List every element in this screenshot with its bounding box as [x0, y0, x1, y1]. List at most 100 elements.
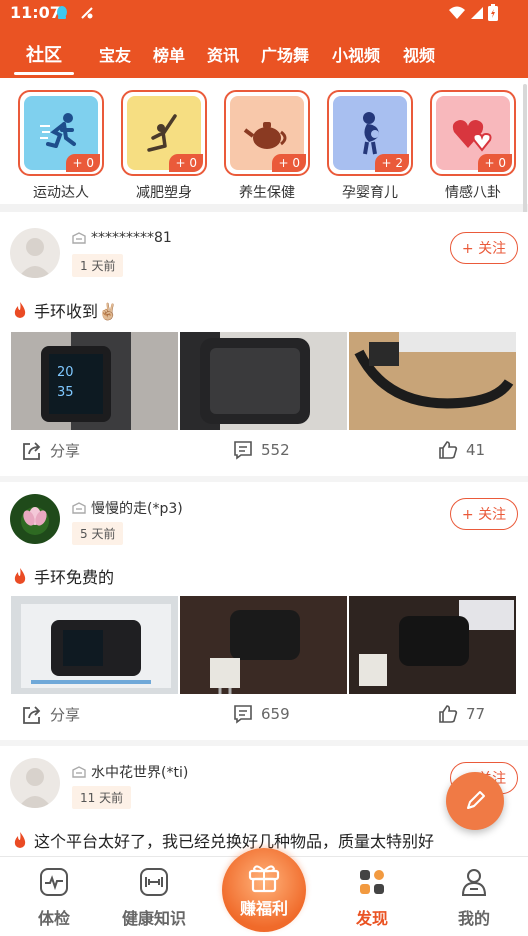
category-emotions[interactable]: + 0 情感八卦 — [430, 90, 516, 201]
app-root: 11:07 社区 宝友 榜单 资讯 广场舞 小视频 视频 + 0 运动达人 + … — [0, 0, 528, 936]
post-actions: 分享 659 77 — [0, 704, 528, 734]
username[interactable]: 慢慢的走(*p3) — [91, 498, 183, 518]
tab-square-dance[interactable]: 广场舞 — [261, 42, 309, 66]
fire-icon — [14, 568, 26, 584]
post-text-row: 手环收到✌🏼 — [12, 298, 118, 322]
like-count: 41 — [466, 441, 486, 459]
category-label: 孕婴育儿 — [342, 185, 398, 201]
username[interactable]: *********81 — [91, 230, 172, 246]
post-image[interactable] — [349, 596, 516, 694]
post-image[interactable] — [349, 332, 516, 430]
comment-count: 552 — [261, 441, 290, 459]
post-text-row: 手环免费的 — [12, 564, 114, 588]
nav-label: 健康知识 — [121, 909, 186, 928]
post-actions: 分享 552 41 — [0, 440, 528, 470]
category-card: + 2 — [327, 90, 413, 176]
post-text-row: 这个平台太好了，我已经兑换好几种物品，质量太特别好 — [12, 828, 434, 852]
post-image[interactable] — [11, 596, 178, 694]
post-text[interactable]: 手环免费的 — [34, 564, 114, 588]
share-icon — [23, 441, 41, 460]
category-sports[interactable]: + 0 运动达人 — [18, 90, 104, 201]
share-button[interactable]: 分享 — [22, 704, 80, 725]
post-images — [11, 596, 516, 694]
tab-short-video[interactable]: 小视频 — [332, 42, 380, 66]
share-label: 分享 — [50, 442, 81, 460]
post-text[interactable]: 这个平台太好了，我已经兑换好几种物品，质量太特别好 — [34, 828, 434, 852]
comment-button[interactable]: 659 — [233, 704, 290, 724]
post-image[interactable] — [180, 332, 347, 430]
nav-label: 体检 — [37, 909, 70, 928]
wifi-icon — [448, 5, 466, 24]
profile-icon — [461, 869, 487, 896]
category-wellness[interactable]: + 0 养生保健 — [224, 90, 310, 201]
battery-icon — [488, 4, 498, 25]
post-text[interactable]: 手环收到✌🏼 — [34, 298, 118, 322]
app-status-icon — [80, 5, 94, 24]
nav-profile[interactable]: 我的 — [434, 867, 514, 929]
nav-label: 我的 — [457, 909, 490, 928]
avatar[interactable] — [10, 494, 60, 544]
follow-button[interactable]: + 关注 — [450, 498, 518, 530]
tab-community[interactable]: 社区 — [26, 41, 62, 67]
category-parenting[interactable]: + 2 孕婴育儿 — [327, 90, 413, 201]
category-label: 运动达人 — [33, 185, 89, 201]
comment-count: 659 — [261, 705, 290, 723]
nav-discover[interactable]: 发现 — [332, 867, 412, 929]
discover-icon — [360, 870, 384, 894]
gift-icon — [248, 865, 280, 893]
username[interactable]: 水中花世界(*ti) — [91, 762, 188, 782]
like-button[interactable]: 77 — [438, 704, 485, 724]
comment-icon — [234, 441, 252, 460]
post-image[interactable] — [180, 596, 347, 694]
nav-earn-rewards[interactable]: 赚福利 — [222, 848, 306, 932]
category-label: 减肥塑身 — [136, 185, 192, 201]
avatar[interactable] — [10, 758, 60, 808]
post-time: 5 天前 — [72, 522, 124, 545]
comment-button[interactable]: 552 — [233, 440, 290, 460]
status-time: 11:07 — [10, 3, 61, 22]
running-icon — [40, 113, 76, 148]
signal-icon — [470, 5, 484, 24]
user-level-icon — [72, 766, 86, 778]
category-badge: + 2 — [375, 154, 409, 172]
category-row: + 0 运动达人 + 0 减肥塑身 + 0 养生保健 + 2 孕婴育儿 + 0 … — [0, 78, 528, 204]
post-card: *********81 1 天前 + 关注 手环收到✌🏼 20 35 分享 55… — [0, 212, 528, 476]
follow-button[interactable]: + 关注 — [450, 232, 518, 264]
category-label: 养生保健 — [239, 185, 295, 201]
user-level-icon — [72, 232, 86, 244]
compose-post-button[interactable] — [446, 772, 504, 830]
svg-text:20: 20 — [57, 365, 74, 380]
user-row: 慢慢的走(*p3) — [72, 498, 183, 518]
category-fitness[interactable]: + 0 减肥塑身 — [121, 90, 207, 201]
tab-news[interactable]: 资讯 — [207, 42, 239, 66]
post-images: 20 35 — [11, 332, 516, 430]
tab-video[interactable]: 视频 — [403, 42, 435, 66]
fire-icon — [14, 302, 26, 318]
scrollbar[interactable] — [523, 84, 527, 224]
teapot-icon — [243, 122, 287, 149]
post-time: 1 天前 — [72, 254, 124, 277]
like-count: 77 — [466, 705, 486, 723]
pregnant-icon — [363, 112, 379, 155]
active-tab-indicator — [14, 72, 74, 75]
avatar[interactable] — [10, 228, 60, 278]
category-card: + 0 — [224, 90, 310, 176]
nav-checkup[interactable]: 体检 — [14, 867, 94, 929]
nav-health-knowledge[interactable]: 健康知识 — [114, 867, 194, 929]
svg-text:35: 35 — [57, 385, 74, 400]
like-button[interactable]: 41 — [438, 440, 485, 460]
user-level-icon — [72, 502, 86, 514]
category-card: + 0 — [121, 90, 207, 176]
category-badge: + 0 — [169, 154, 203, 172]
post-image[interactable]: 20 35 — [11, 332, 178, 430]
pencil-icon — [467, 791, 485, 809]
share-button[interactable]: 分享 — [22, 440, 80, 461]
top-tabs: 社区 宝友 榜单 资讯 广场舞 小视频 视频 — [0, 38, 528, 75]
user-row: *********81 — [72, 230, 172, 246]
hearts-icon — [452, 120, 492, 152]
category-badge: + 0 — [66, 154, 100, 172]
tab-baoyou[interactable]: 宝友 — [99, 42, 131, 66]
category-card: + 0 — [18, 90, 104, 176]
user-row: 水中花世界(*ti) — [72, 762, 188, 782]
tab-rankings[interactable]: 榜单 — [153, 42, 185, 66]
